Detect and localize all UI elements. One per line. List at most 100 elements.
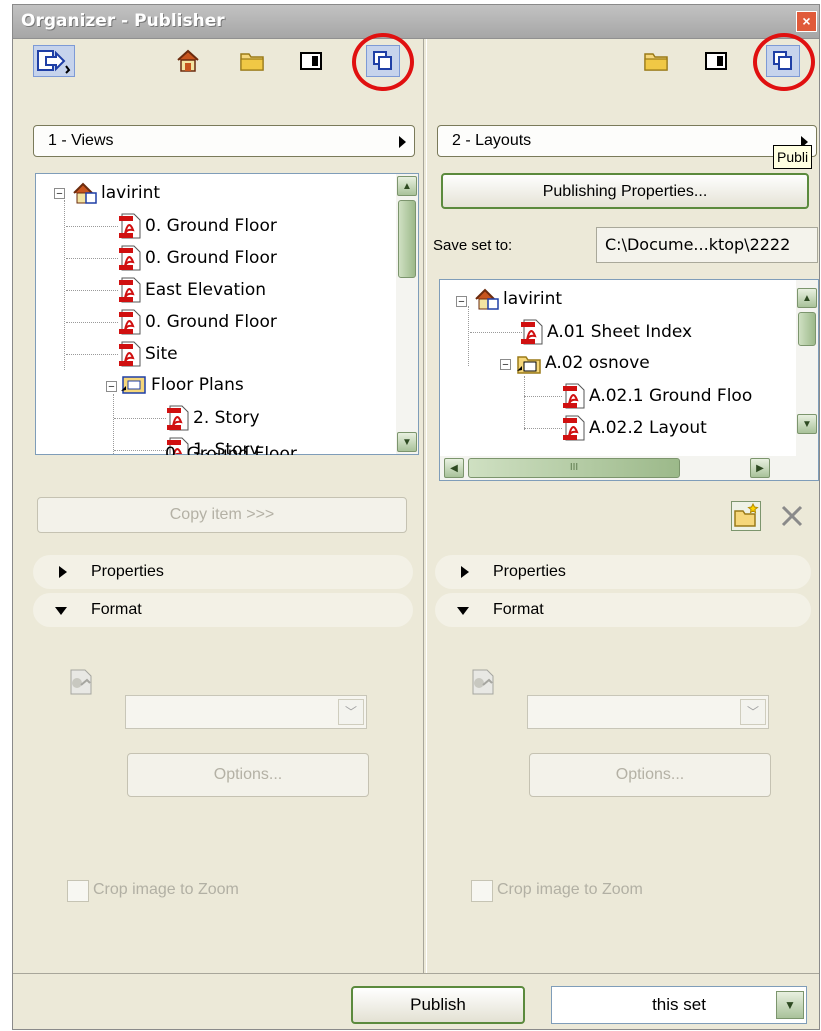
left-tree[interactable]: − lavirint 0. Ground Floor 0. Ground Flo…	[35, 173, 419, 455]
left-image-format-icon-wrap	[65, 667, 95, 702]
chevron-down-icon[interactable]: ﹀	[740, 699, 766, 725]
right-properties-section[interactable]: Properties	[435, 555, 811, 589]
layout-button[interactable]	[294, 45, 328, 77]
left-crop-checkbox[interactable]	[67, 880, 89, 902]
scroll-left-button[interactable]: ◀	[444, 458, 464, 478]
expand-arrow-icon	[461, 566, 469, 578]
tree-root-label: lavirint	[503, 289, 563, 309]
copy-item-button[interactable]: Copy item >>>	[37, 497, 407, 533]
scroll-right-button[interactable]: ▶	[750, 458, 770, 478]
tree-item[interactable]: A.01 Sheet Index	[520, 318, 693, 345]
tree-item-label: 0. Ground Floor	[145, 216, 277, 236]
tree-root[interactable]: lavirint	[474, 286, 562, 312]
right-layout-button[interactable]	[699, 45, 733, 77]
tree-root-label: lavirint	[101, 183, 161, 203]
tooltip: Publi	[773, 145, 813, 169]
left-vscroll[interactable]: ▲ ▼	[396, 174, 418, 454]
hscroll-thumb[interactable]: III	[468, 458, 680, 478]
tree-child-label: A.02.1 Ground Floo	[589, 386, 753, 406]
tree-line	[524, 428, 562, 429]
left-format-section[interactable]: Format	[33, 593, 413, 627]
tree-line	[114, 418, 166, 419]
pdf-icon	[119, 309, 141, 335]
tree-child[interactable]: A.02.1 Ground Floo	[562, 382, 753, 409]
tree-item[interactable]: 0. Ground Floor	[118, 212, 277, 239]
tree-folder-label: Floor Plans	[151, 375, 244, 395]
tree-child-partial-label: 0. Ground Floor	[165, 444, 297, 455]
pdf-icon	[167, 405, 189, 431]
right-folder-button[interactable]	[639, 45, 673, 77]
close-button[interactable]: ×	[796, 11, 817, 32]
tree-child[interactable]: 2. Story	[166, 404, 260, 431]
tree-line	[113, 394, 114, 454]
new-folder-button[interactable]	[731, 501, 761, 531]
scroll-up-button[interactable]: ▲	[797, 288, 817, 308]
left-format-dropdown[interactable]: ﹀	[125, 695, 367, 729]
panel-divider	[423, 39, 427, 974]
tree-line	[114, 450, 166, 451]
collapse-toggle[interactable]: −	[456, 296, 467, 308]
left-crop-label: Crop image to Zoom	[93, 881, 239, 898]
right-crop-checkbox[interactable]	[471, 880, 493, 902]
right-vscroll[interactable]: ▲ ▼	[796, 280, 818, 456]
set-dropdown[interactable]: this set ▼	[551, 986, 807, 1024]
publish-button[interactable]: Publish	[351, 986, 525, 1024]
chevron-down-icon[interactable]: ▼	[776, 991, 804, 1019]
title-bar[interactable]: Organizer - Publisher ×	[13, 5, 819, 39]
tree-root[interactable]: lavirint	[72, 180, 160, 206]
image-format-icon	[70, 669, 92, 695]
right-image-format-icon-wrap	[467, 667, 497, 702]
tree-line	[66, 354, 118, 355]
folder-layout-icon	[517, 356, 541, 374]
tree-line	[468, 306, 469, 366]
right-format-dropdown[interactable]: ﹀	[527, 695, 769, 729]
tree-line	[66, 322, 118, 323]
set-dropdown-label: this set	[652, 995, 706, 1014]
scroll-thumb[interactable]	[398, 200, 416, 278]
right-format-label: Format	[493, 601, 544, 618]
tree-folder[interactable]: A.02 osnove	[516, 350, 650, 376]
publisher-mode-button[interactable]	[33, 45, 75, 77]
collapse-toggle[interactable]: −	[54, 188, 65, 200]
left-options-button[interactable]: Options...	[127, 753, 369, 797]
tree-item[interactable]: Site	[118, 340, 178, 367]
tree-child-label: A.02.2 Layout	[589, 418, 707, 438]
image-format-icon	[472, 669, 494, 695]
scroll-up-button[interactable]: ▲	[397, 176, 417, 196]
right-hscroll[interactable]: ◀ III ▶	[440, 456, 818, 480]
tree-item[interactable]: 0. Ground Floor	[118, 308, 277, 335]
right-properties-label: Properties	[493, 563, 566, 580]
tree-line	[524, 396, 562, 397]
left-properties-section[interactable]: Properties	[33, 555, 413, 589]
right-options-button[interactable]: Options...	[529, 753, 771, 797]
right-tree[interactable]: − lavirint A.01 Sheet Index − A.02 osnov…	[439, 279, 819, 481]
delete-icon	[781, 505, 803, 527]
right-view-combo-label: 2 - Layouts	[452, 132, 532, 149]
left-view-combo[interactable]: 1 - Views	[33, 125, 415, 157]
left-format-label: Format	[91, 601, 142, 618]
chevron-down-icon[interactable]: ﹀	[338, 699, 364, 725]
folder-button[interactable]	[235, 45, 269, 77]
delete-button[interactable]	[777, 501, 807, 531]
tree-item[interactable]: East Elevation	[118, 276, 266, 303]
tree-child-partial: 0. Ground Floor	[165, 441, 297, 455]
right-format-section[interactable]: Format	[435, 593, 811, 627]
tree-item[interactable]: 0. Ground Floor	[118, 244, 277, 271]
highlight-circle-right	[753, 33, 815, 91]
tree-child[interactable]: A.02.2 Layout	[562, 414, 707, 441]
collapse-toggle[interactable]: −	[500, 359, 511, 371]
views-house-button[interactable]	[171, 45, 205, 77]
scroll-down-button[interactable]: ▼	[797, 414, 817, 434]
tree-folder[interactable]: Floor Plans	[120, 372, 244, 398]
scroll-down-button[interactable]: ▼	[397, 432, 417, 452]
right-view-combo[interactable]: 2 - Layouts	[437, 125, 817, 157]
pdf-icon	[119, 341, 141, 367]
tree-item-label: A.01 Sheet Index	[547, 322, 693, 342]
collapse-toggle[interactable]: −	[106, 381, 117, 393]
scroll-thumb[interactable]	[798, 312, 816, 346]
left-view-combo-label: 1 - Views	[48, 132, 114, 149]
folder-icon	[644, 53, 668, 71]
publishing-properties-button[interactable]: Publishing Properties...	[441, 173, 809, 209]
window-title: Organizer - Publisher	[21, 11, 225, 31]
save-set-path[interactable]: C:\Docume...ktop\2222	[596, 227, 818, 263]
